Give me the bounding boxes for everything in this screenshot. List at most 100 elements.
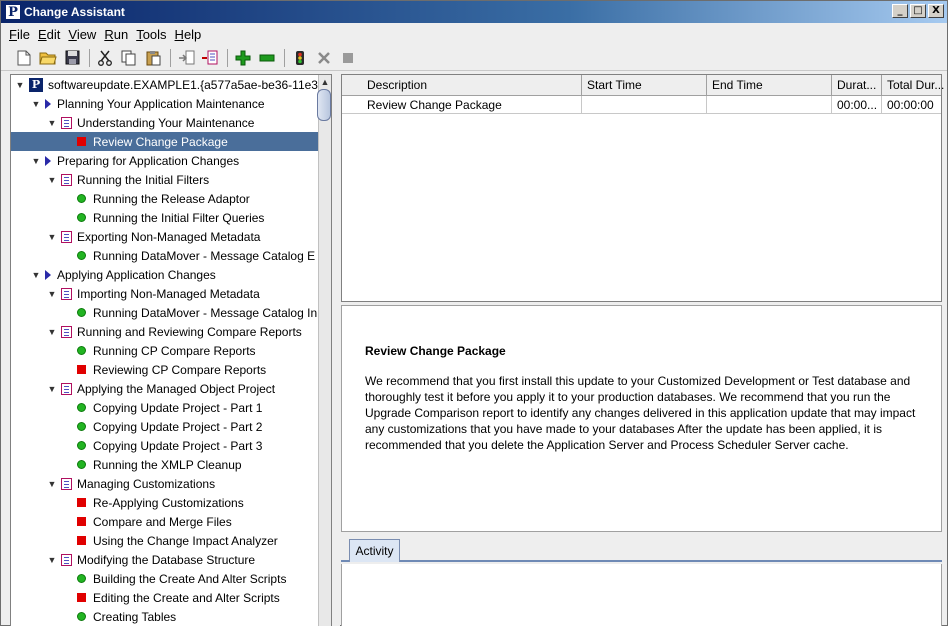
- tab-activity[interactable]: Activity: [349, 539, 400, 562]
- automated-step-icon: [77, 213, 86, 222]
- expand-toggle-icon[interactable]: ▼: [47, 327, 57, 337]
- open-folder-icon[interactable]: [37, 48, 59, 68]
- remove-step-icon[interactable]: [256, 48, 278, 68]
- table-row[interactable]: Review Change Package 00:00... 00:00:00: [342, 96, 941, 114]
- automated-step-icon: [77, 251, 86, 260]
- column-header[interactable]: Durat...: [832, 75, 882, 96]
- pane-splitter[interactable]: [332, 74, 340, 626]
- tree-node[interactable]: Editing the Create and Alter Scripts: [11, 588, 319, 607]
- window-title: Change Assistant: [24, 5, 125, 19]
- menu-run[interactable]: Run: [104, 27, 128, 42]
- tree-node[interactable]: Copying Update Project - Part 3: [11, 436, 319, 455]
- expand-toggle-icon[interactable]: ▼: [15, 80, 25, 90]
- column-header[interactable]: End Time: [707, 75, 832, 96]
- minimize-button[interactable]: _: [892, 4, 908, 18]
- table-cell: [582, 96, 707, 114]
- tree-node[interactable]: Re-Applying Customizations: [11, 493, 319, 512]
- tree-scrollbar[interactable]: ▲: [317, 75, 331, 626]
- tree-node[interactable]: Review Change Package: [11, 132, 319, 151]
- tree-node[interactable]: ▼ Managing Customizations: [11, 474, 319, 493]
- column-header[interactable]: Total Dur...: [882, 75, 948, 96]
- step-details-body: We recommend that you first install this…: [365, 374, 916, 452]
- tree-node[interactable]: Reviewing CP Compare Reports: [11, 360, 319, 379]
- job-tree[interactable]: ▼ Psoftwareupdate.EXAMPLE1.{a577a5ae-be36…: [10, 74, 332, 626]
- automated-step-icon: [77, 441, 86, 450]
- manual-step-icon: [77, 137, 86, 146]
- expand-toggle-icon[interactable]: ▼: [47, 289, 57, 299]
- add-step-icon[interactable]: [232, 48, 254, 68]
- tree-node[interactable]: ▼ Importing Non-Managed Metadata: [11, 284, 319, 303]
- task-icon: [61, 116, 72, 129]
- copy-icon[interactable]: [118, 48, 140, 68]
- table-cell: 00:00:00: [882, 96, 948, 114]
- task-icon: [61, 287, 72, 300]
- paste-icon[interactable]: [142, 48, 164, 68]
- run-icon[interactable]: [289, 48, 311, 68]
- title-bar[interactable]: P Change Assistant _ □ X: [1, 1, 947, 23]
- tree-node[interactable]: ▼ Applying Application Changes: [11, 265, 319, 284]
- scroll-up-icon[interactable]: ▲: [319, 75, 331, 89]
- tree-node[interactable]: ▼ Psoftwareupdate.EXAMPLE1.{a577a5ae-be36…: [11, 75, 319, 94]
- expand-toggle-icon[interactable]: ▼: [47, 232, 57, 242]
- tree-node[interactable]: Running CP Compare Reports: [11, 341, 319, 360]
- expand-toggle-icon[interactable]: ▼: [47, 479, 57, 489]
- new-icon[interactable]: [13, 48, 35, 68]
- automated-step-icon: [77, 403, 86, 412]
- task-icon: [61, 382, 72, 395]
- expand-toggle-icon[interactable]: ▼: [47, 118, 57, 128]
- task-icon: [61, 553, 72, 566]
- save-icon[interactable]: [61, 48, 83, 68]
- tree-node[interactable]: ▼ Planning Your Application Maintenance: [11, 94, 319, 113]
- expand-toggle-icon[interactable]: ▼: [31, 270, 41, 280]
- tree-node[interactable]: ▼ Understanding Your Maintenance: [11, 113, 319, 132]
- tree-node-label: Reviewing CP Compare Reports: [93, 362, 267, 377]
- automated-step-icon: [77, 308, 86, 317]
- tree-node[interactable]: Running DataMover - Message Catalog E: [11, 246, 319, 265]
- tree-node-label: softwareupdate.EXAMPLE1.{a577a5ae-be36-1…: [48, 77, 318, 92]
- close-button[interactable]: X: [928, 4, 944, 18]
- tree-node[interactable]: Copying Update Project - Part 1: [11, 398, 319, 417]
- pause-icon[interactable]: [337, 48, 359, 68]
- tree-node[interactable]: ▼ Running and Reviewing Compare Reports: [11, 322, 319, 341]
- cut-icon[interactable]: [94, 48, 116, 68]
- tree-node[interactable]: ▼ Preparing for Application Changes: [11, 151, 319, 170]
- expand-toggle-icon[interactable]: ▼: [47, 175, 57, 185]
- expand-toggle-icon[interactable]: ▼: [47, 384, 57, 394]
- maximize-button[interactable]: □: [910, 4, 926, 18]
- toolbar-separator: [227, 48, 228, 67]
- expand-toggle-icon[interactable]: ▼: [47, 555, 57, 565]
- tree-node-label: Running CP Compare Reports: [93, 343, 256, 358]
- expand-toggle-icon[interactable]: ▼: [31, 99, 41, 109]
- chapter-icon: [45, 98, 51, 109]
- tree-node[interactable]: Creating Tables: [11, 607, 319, 626]
- tree-node[interactable]: Using the Change Impact Analyzer: [11, 531, 319, 550]
- tree-node[interactable]: Copying Update Project - Part 2: [11, 417, 319, 436]
- import-icon[interactable]: [175, 48, 197, 68]
- toolbar: [1, 45, 947, 71]
- tree-node[interactable]: Compare and Merge Files: [11, 512, 319, 531]
- menu-tools[interactable]: Tools: [136, 27, 166, 42]
- scroll-thumb[interactable]: [317, 89, 331, 121]
- menu-view[interactable]: View: [68, 27, 96, 42]
- menu-help[interactable]: Help: [175, 27, 202, 42]
- tree-node[interactable]: Running the Initial Filter Queries: [11, 208, 319, 227]
- tree-node[interactable]: Building the Create And Alter Scripts: [11, 569, 319, 588]
- column-header[interactable]: Start Time: [582, 75, 707, 96]
- activity-log: [341, 564, 942, 626]
- stop-icon[interactable]: [313, 48, 335, 68]
- tree-node[interactable]: Running the Release Adaptor: [11, 189, 319, 208]
- export-icon[interactable]: [199, 48, 221, 68]
- column-header[interactable]: Description: [362, 75, 582, 96]
- chapter-icon: [45, 155, 51, 166]
- expand-toggle-icon[interactable]: ▼: [31, 156, 41, 166]
- menu-file[interactable]: File: [9, 27, 30, 42]
- tree-node[interactable]: ▼ Applying the Managed Object Project: [11, 379, 319, 398]
- tree-node[interactable]: ▼ Running the Initial Filters: [11, 170, 319, 189]
- menu-edit[interactable]: Edit: [38, 27, 60, 42]
- tree-node[interactable]: Running DataMover - Message Catalog In: [11, 303, 319, 322]
- tree-node-label: Applying Application Changes: [57, 267, 216, 282]
- tree-node[interactable]: ▼ Exporting Non-Managed Metadata: [11, 227, 319, 246]
- tree-node[interactable]: ▼ Modifying the Database Structure: [11, 550, 319, 569]
- tree-node-label: Using the Change Impact Analyzer: [93, 533, 278, 548]
- tree-node[interactable]: Running the XMLP Cleanup: [11, 455, 319, 474]
